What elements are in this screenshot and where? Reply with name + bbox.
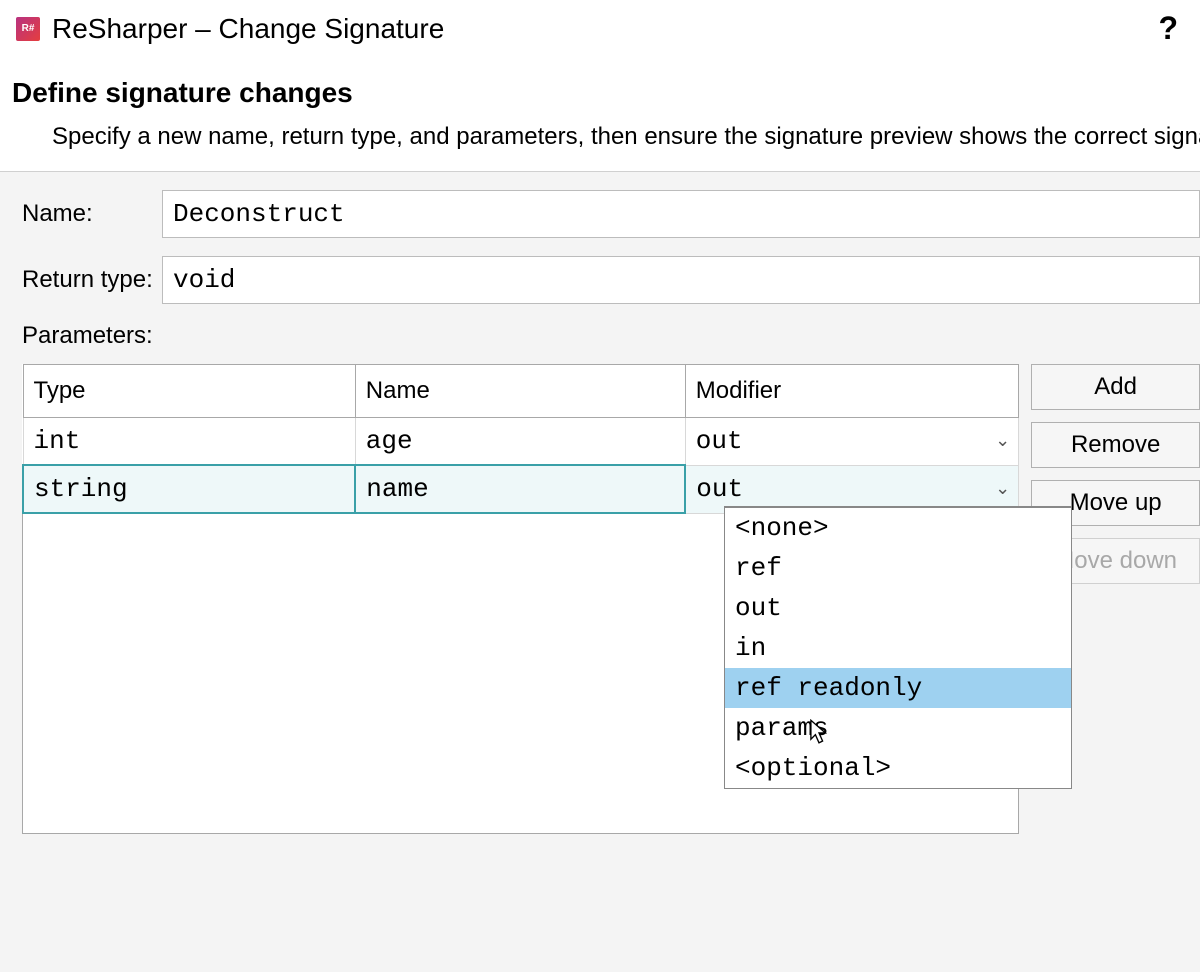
col-modifier-header[interactable]: Modifier bbox=[685, 365, 1018, 418]
content-area: Name: Return type: Parameters: Type Name… bbox=[0, 172, 1200, 972]
dropdown-item-none[interactable]: <none> bbox=[725, 508, 1071, 548]
dropdown-item-optional[interactable]: <optional> bbox=[725, 748, 1071, 788]
chevron-down-icon: ⌄ bbox=[995, 430, 1010, 452]
page-heading: Define signature changes bbox=[0, 59, 1200, 117]
cell-type[interactable]: string bbox=[23, 465, 355, 513]
col-name-header[interactable]: Name bbox=[355, 365, 685, 418]
dropdown-item-ref[interactable]: ref bbox=[725, 548, 1071, 588]
modifier-dropdown[interactable]: <none> ref out in ref readonly params <o… bbox=[724, 506, 1072, 789]
remove-button[interactable]: Remove bbox=[1031, 422, 1200, 468]
help-button[interactable]: ? bbox=[1152, 10, 1184, 47]
name-label: Name: bbox=[22, 200, 162, 228]
dropdown-item-params[interactable]: params bbox=[725, 708, 1071, 748]
parameters-table-wrap: Type Name Modifier int age out ⌄ bbox=[22, 364, 1019, 834]
dropdown-item-in[interactable]: in bbox=[725, 628, 1071, 668]
dropdown-item-ref-readonly[interactable]: ref readonly bbox=[725, 668, 1071, 708]
window-title: ReSharper – Change Signature bbox=[52, 13, 1152, 45]
app-icon bbox=[16, 17, 40, 41]
cell-modifier[interactable]: out ⌄ bbox=[685, 418, 1018, 466]
parameters-label: Parameters: bbox=[22, 322, 1200, 350]
col-type-header[interactable]: Type bbox=[23, 365, 355, 418]
parameters-table: Type Name Modifier int age out ⌄ bbox=[22, 364, 1019, 514]
cell-modifier-value: out bbox=[696, 474, 743, 504]
name-input[interactable] bbox=[162, 190, 1200, 238]
chevron-down-icon: ⌄ bbox=[995, 478, 1010, 500]
cell-type[interactable]: int bbox=[23, 418, 355, 466]
return-type-row: Return type: bbox=[22, 256, 1200, 304]
cell-name[interactable]: age bbox=[355, 418, 685, 466]
cell-name[interactable]: name bbox=[355, 465, 685, 513]
titlebar: ReSharper – Change Signature ? bbox=[0, 0, 1200, 59]
return-type-label: Return type: bbox=[22, 266, 162, 294]
return-type-input[interactable] bbox=[162, 256, 1200, 304]
dropdown-item-out[interactable]: out bbox=[725, 588, 1071, 628]
name-row: Name: bbox=[22, 190, 1200, 238]
parameters-area: Type Name Modifier int age out ⌄ bbox=[22, 364, 1200, 834]
page-description: Specify a new name, return type, and par… bbox=[0, 117, 1200, 172]
add-button[interactable]: Add bbox=[1031, 364, 1200, 410]
table-row[interactable]: int age out ⌄ bbox=[23, 418, 1019, 466]
cell-modifier-value: out bbox=[696, 426, 743, 456]
